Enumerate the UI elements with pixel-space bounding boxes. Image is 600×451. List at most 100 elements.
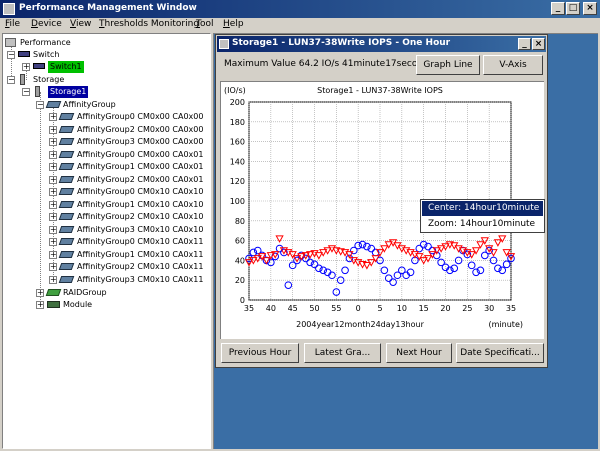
affinity-group-item-label: AffinityGroup2 CM0x00 CA0x00 (77, 124, 204, 134)
y-tick-label: 180 (230, 118, 245, 127)
y-tick-label: 140 (230, 157, 245, 166)
chart-title: Storage1 - LUN37-38Write IOPS (317, 86, 443, 95)
next-hour-button[interactable]: Next Hour (386, 343, 452, 363)
collapse-icon[interactable]: − (22, 88, 30, 96)
expand-icon[interactable]: + (49, 213, 57, 221)
latest-graph-button[interactable]: Latest Gra... (304, 343, 381, 363)
max-value-text: Maximum Value 64.2 IO/s 41minute17second (224, 59, 429, 69)
expand-icon[interactable]: + (49, 250, 57, 259)
graph-window-title-bar[interactable]: Storage1 - LUN37-38Write IOPS - One Hour… (217, 36, 546, 52)
menu-thresholds-rest: hresholds Monitoring (104, 19, 200, 29)
affinity-group-item-label: AffinityGroup1 CM0x00 CA0x01 (77, 162, 204, 171)
affinity-group-icon (58, 163, 75, 170)
tree-guide (40, 92, 41, 302)
y-tick-label: 20 (235, 276, 245, 285)
y-tick-label: 120 (230, 177, 245, 186)
graph-window-title: Storage1 - LUN37-38Write IOPS - One Hour (232, 38, 451, 48)
x-tick-label: 40 (266, 304, 276, 313)
tree-switch-label: Switch (33, 50, 60, 59)
menu-device[interactable]: Device (31, 19, 62, 29)
tree-storage-label: Storage (33, 75, 65, 84)
close-button[interactable]: × (583, 2, 597, 15)
expand-icon[interactable]: + (49, 163, 57, 171)
affinity-group-icon (58, 125, 75, 133)
tree-storage1-label: Storage1 (48, 86, 89, 98)
switch-icon (18, 51, 30, 57)
chart-context-menu: Center: 14hour10minute Zoom: 14hour10min… (420, 199, 545, 233)
x-tick-label: 5 (377, 304, 382, 313)
menu-help[interactable]: Help (223, 19, 244, 29)
x-tick-label: 20 (440, 304, 450, 313)
y-axis-label: (IO/s) (224, 86, 246, 95)
affinity-group-icon (58, 250, 75, 258)
minimize-button[interactable]: _ (551, 2, 565, 15)
collapse-icon[interactable]: − (7, 51, 15, 59)
main-title-bar[interactable]: Performance Management Window _ □ × (0, 0, 600, 18)
expand-icon[interactable]: + (49, 238, 57, 246)
affinity-group-icon (58, 263, 75, 270)
x-tick-label: 10 (397, 304, 407, 313)
date-specification-button[interactable]: Date Specificati... (456, 343, 544, 363)
expand-icon[interactable]: + (49, 200, 57, 209)
v-axis-button[interactable]: V-Axis (483, 55, 543, 75)
graph-close-button[interactable]: × (532, 38, 545, 50)
graph-line-button[interactable]: Graph Line (416, 55, 480, 75)
affinity-group-item-label: AffinityGroup0 CM0x00 CA0x01 (77, 149, 204, 159)
center-menu-item[interactable]: Center: 14hour10minute (422, 201, 543, 216)
affinity-group-item-label: AffinityGroup2 CM0x00 CA0x01 (77, 174, 204, 184)
y-tick-label: 200 (230, 98, 245, 107)
expand-icon[interactable]: + (49, 188, 57, 196)
x-tick-label: 45 (288, 304, 298, 313)
menu-file[interactable]: File (5, 19, 20, 29)
menu-tool[interactable]: Tool (196, 19, 213, 29)
affinity-group-icon (58, 275, 75, 283)
affinity-group-icon (45, 101, 62, 108)
maximize-button[interactable]: □ (566, 2, 580, 15)
collapse-icon[interactable]: − (36, 101, 44, 109)
affinity-group-item-label: AffinityGroup3 CM0x10 CA0x11 (77, 274, 204, 284)
affinity-group-icon (58, 200, 75, 208)
switch-icon (33, 63, 45, 69)
affinity-group-item-label: AffinityGroup0 CM0x10 CA0x11 (77, 237, 204, 246)
graph-minimize-button[interactable]: _ (518, 38, 531, 50)
affinity-group-item-label: AffinityGroup2 CM0x10 CA0x11 (77, 262, 204, 271)
menu-device-rest: evice (37, 19, 62, 29)
x-tick-label: 50 (309, 304, 319, 313)
menu-help-accel: H (223, 19, 230, 29)
affinity-group-icon (58, 138, 75, 145)
x-tick-label: 0 (356, 304, 361, 313)
performance-icon (5, 38, 16, 47)
menu-thresholds[interactable]: Thresholds Monitoring (99, 19, 199, 29)
y-tick-label: 60 (235, 237, 245, 246)
graph-window-icon (219, 39, 229, 49)
x-tick-label: 35 (506, 304, 516, 313)
affinity-group-item-label: AffinityGroup1 CM0x10 CA0x10 (77, 199, 204, 209)
storage-icon (35, 86, 40, 97)
expand-icon[interactable]: + (49, 175, 57, 184)
expand-icon[interactable]: + (22, 63, 30, 71)
previous-hour-button[interactable]: Previous Hour (221, 343, 299, 363)
expand-icon[interactable]: + (49, 113, 57, 121)
expand-icon[interactable]: + (49, 225, 57, 234)
zoom-menu-item[interactable]: Zoom: 14hour10minute (422, 217, 543, 232)
menu-bar: File Device View Thresholds Monitoring T… (0, 18, 600, 33)
affinity-group-icon (58, 175, 75, 183)
x-axis-unit: (minute) (489, 320, 523, 329)
affinity-group-item-label: AffinityGroup0 CM0x10 CA0x10 (77, 187, 204, 196)
menu-help-rest: elp (229, 19, 244, 29)
tree-module-label: Module (63, 300, 93, 309)
expand-icon[interactable]: + (36, 301, 44, 309)
collapse-icon[interactable]: − (7, 76, 15, 84)
expand-icon[interactable]: + (49, 125, 57, 134)
expand-icon[interactable]: + (49, 263, 57, 271)
expand-icon[interactable]: + (36, 289, 44, 297)
expand-icon[interactable]: + (49, 150, 57, 159)
affinity-group-icon (58, 188, 75, 195)
menu-view[interactable]: View (70, 19, 91, 29)
expand-icon[interactable]: + (49, 138, 57, 146)
x-tick-label: 55 (331, 304, 341, 313)
x-axis-label: 2004year12month24day13hour (296, 320, 424, 329)
affinity-group-icon (58, 113, 75, 120)
expand-icon[interactable]: + (49, 275, 57, 284)
device-tree[interactable]: Performance − Switch + Switch1 − Storage… (2, 33, 211, 449)
